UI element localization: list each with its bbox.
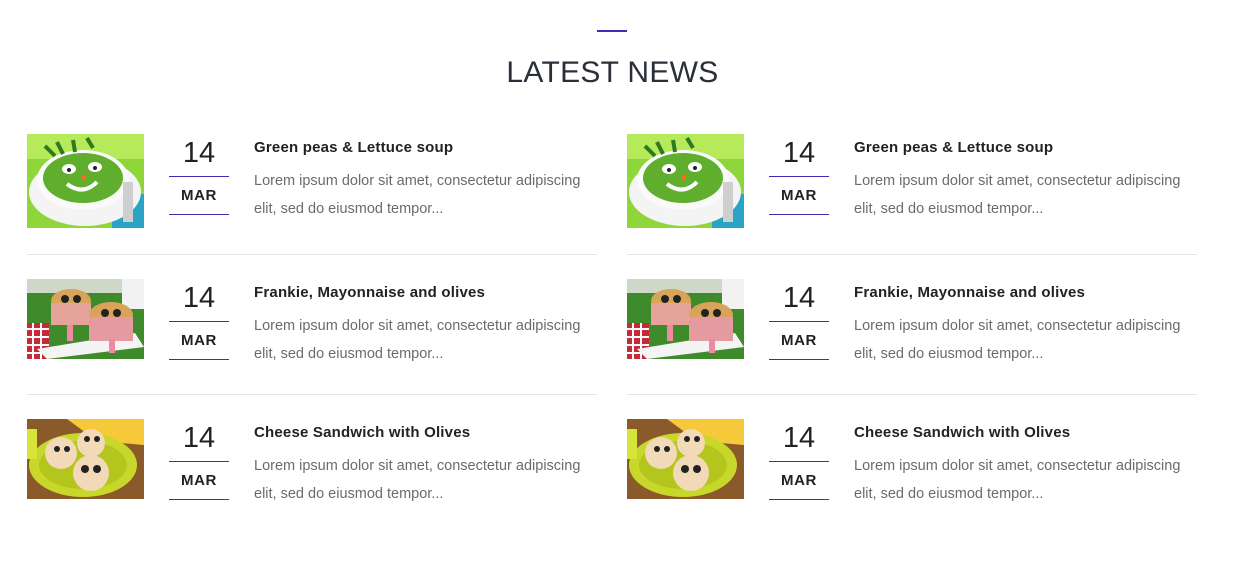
news-month: MAR: [169, 322, 229, 360]
news-day: 14: [769, 281, 829, 322]
news-title-link[interactable]: Green peas & Lettuce soup: [854, 139, 1053, 156]
news-day: 14: [169, 136, 229, 177]
news-column-right: 14 MAR Green peas & Lettuce soup Lorem i…: [627, 118, 1197, 534]
news-excerpt: Lorem ipsum dolor sit amet, consectetur …: [854, 318, 1181, 362]
news-day: 14: [769, 136, 829, 177]
news-item: 14 MAR Cheese Sandwich with Olives Lorem…: [627, 394, 1197, 534]
news-excerpt: Lorem ipsum dolor sit amet, consectetur …: [854, 458, 1181, 502]
news-item: 14 MAR Green peas & Lettuce soup Lorem i…: [627, 118, 1197, 254]
news-item: 14 MAR Frankie, Mayonnaise and olives Lo…: [27, 254, 597, 394]
green-soup-image[interactable]: [627, 134, 744, 228]
news-item: 14 MAR Green peas & Lettuce soup Lorem i…: [27, 118, 597, 254]
news-date: 14 MAR: [769, 281, 829, 360]
news-excerpt: Lorem ipsum dolor sit amet, consectetur …: [254, 173, 581, 217]
news-title-link[interactable]: Frankie, Mayonnaise and olives: [854, 284, 1085, 301]
news-month: MAR: [169, 462, 229, 500]
news-day: 14: [769, 421, 829, 462]
news-month: MAR: [769, 322, 829, 360]
cheese-sandwich-image[interactable]: [27, 419, 144, 499]
news-title-link[interactable]: Cheese Sandwich with Olives: [254, 424, 470, 441]
green-soup-image[interactable]: [27, 134, 144, 228]
news-date: 14 MAR: [169, 421, 229, 500]
frankie-sandwich-image[interactable]: [627, 279, 744, 359]
news-date: 14 MAR: [169, 281, 229, 360]
news-date: 14 MAR: [169, 136, 229, 215]
news-title-link[interactable]: Frankie, Mayonnaise and olives: [254, 284, 485, 301]
news-column-left: 14 MAR Green peas & Lettuce soup Lorem i…: [27, 118, 597, 534]
cheese-sandwich-image[interactable]: [627, 419, 744, 499]
news-title-link[interactable]: Green peas & Lettuce soup: [254, 139, 453, 156]
frankie-sandwich-image[interactable]: [27, 279, 144, 359]
news-excerpt: Lorem ipsum dolor sit amet, consectetur …: [854, 173, 1181, 217]
news-month: MAR: [769, 462, 829, 500]
news-date: 14 MAR: [769, 136, 829, 215]
news-date: 14 MAR: [769, 421, 829, 500]
news-title-link[interactable]: Cheese Sandwich with Olives: [854, 424, 1070, 441]
news-item: 14 MAR Cheese Sandwich with Olives Lorem…: [27, 394, 597, 534]
news-excerpt: Lorem ipsum dolor sit amet, consectetur …: [254, 458, 581, 502]
news-item: 14 MAR Frankie, Mayonnaise and olives Lo…: [627, 254, 1197, 394]
news-day: 14: [169, 281, 229, 322]
section-title: LATEST NEWS: [506, 56, 719, 89]
news-month: MAR: [169, 177, 229, 215]
news-month: MAR: [769, 177, 829, 215]
news-day: 14: [169, 421, 229, 462]
news-excerpt: Lorem ipsum dolor sit amet, consectetur …: [254, 318, 581, 362]
title-accent-bar: [597, 30, 627, 32]
